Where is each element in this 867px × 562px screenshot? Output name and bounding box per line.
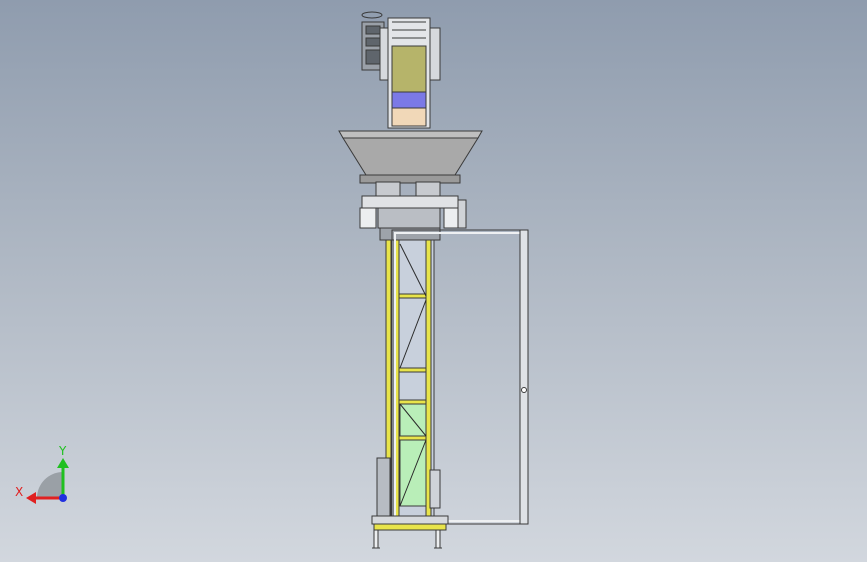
y-axis-label: Y xyxy=(58,444,67,458)
x-axis-label: X xyxy=(15,485,23,499)
cad-viewport[interactable]: Y X xyxy=(0,0,867,562)
sphere-quarter-icon xyxy=(37,472,63,498)
axis-triad: Y X xyxy=(15,444,69,504)
z-axis-dot xyxy=(59,494,67,502)
